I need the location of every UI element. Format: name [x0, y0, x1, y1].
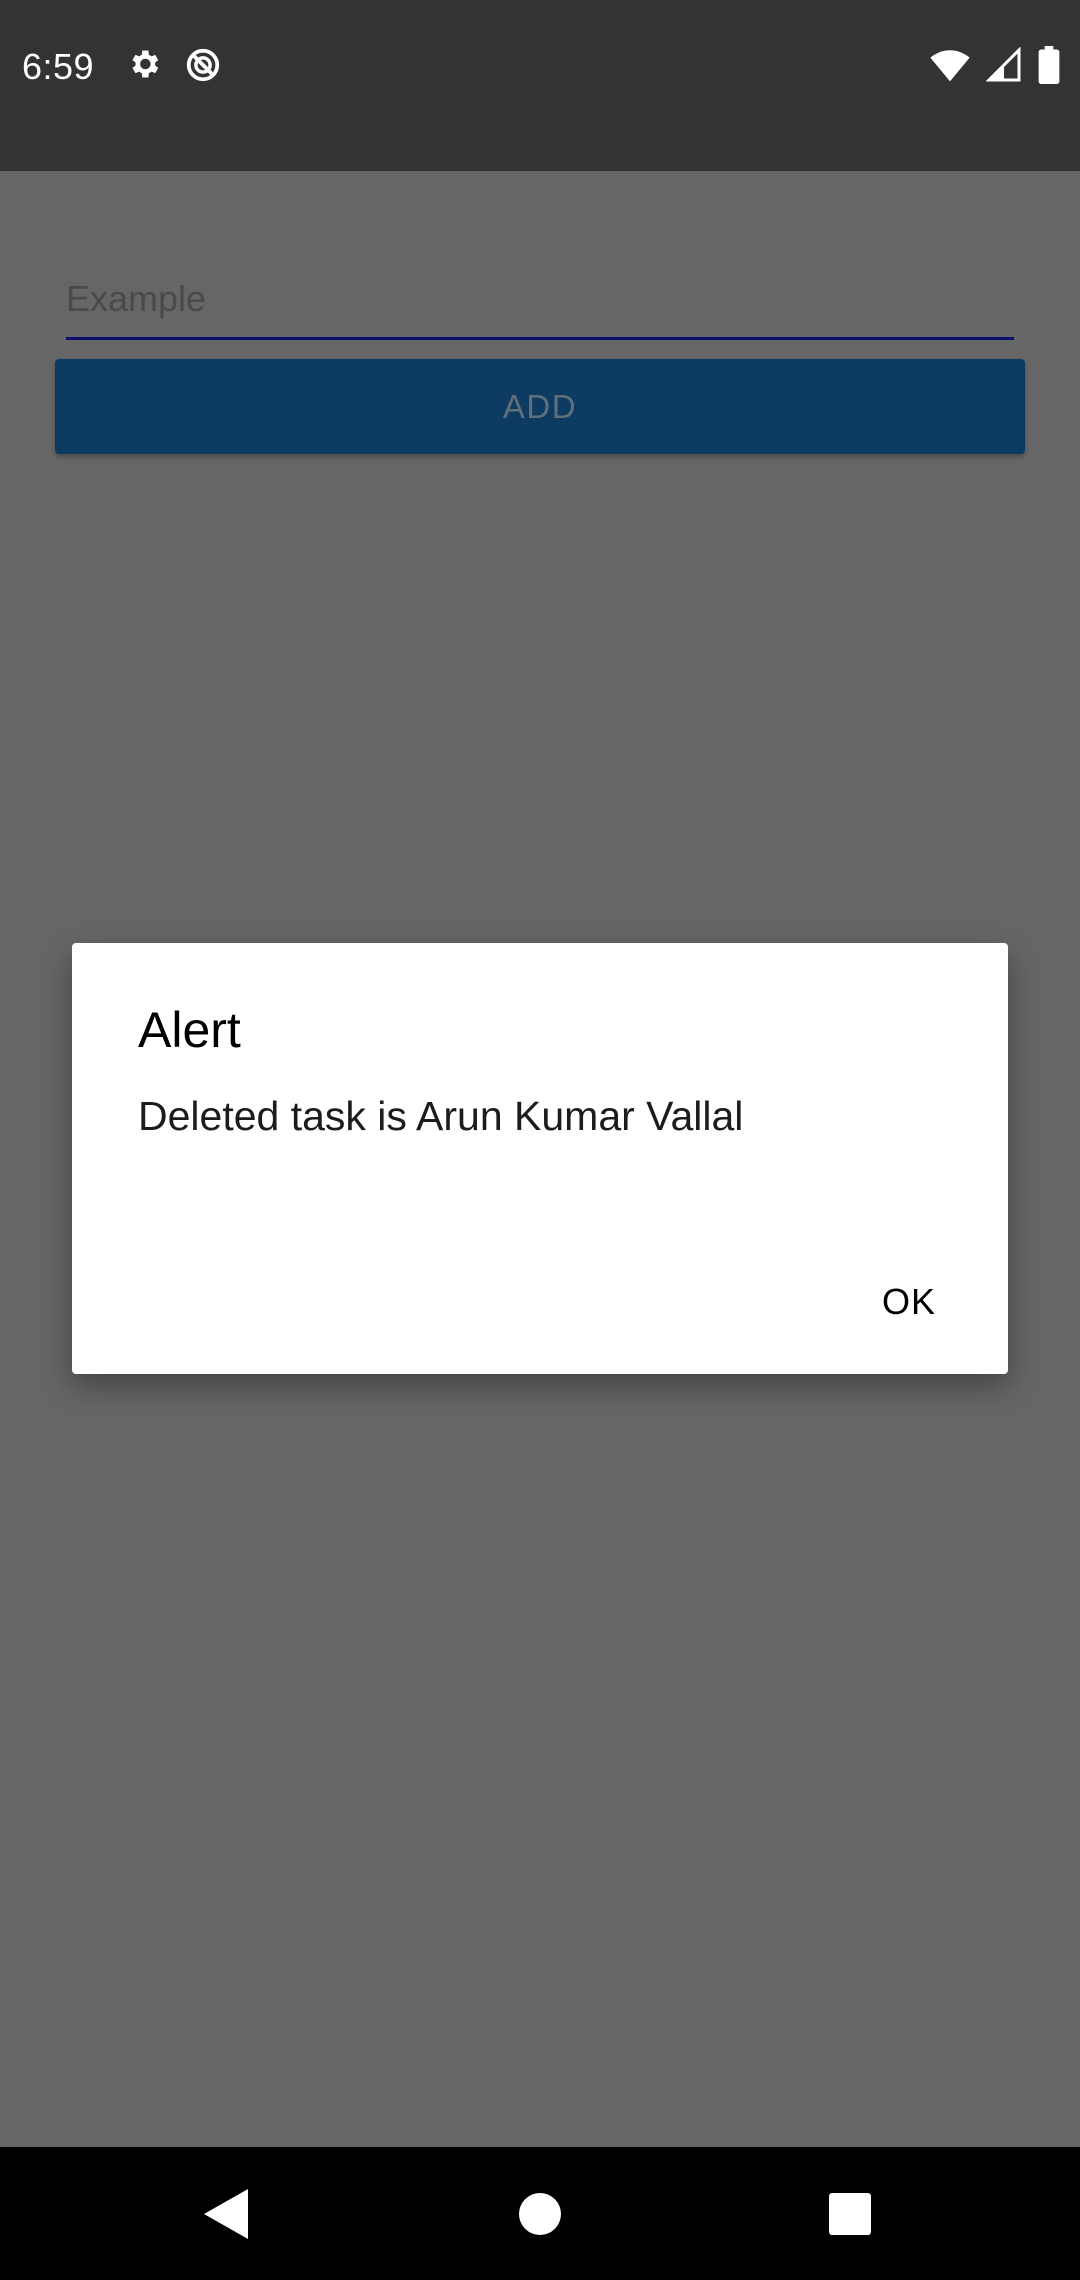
add-button[interactable]: ADD: [55, 359, 1025, 454]
status-left-icons: [126, 46, 222, 84]
ok-button[interactable]: OK: [870, 1271, 948, 1333]
home-button[interactable]: [460, 2147, 620, 2280]
recents-button[interactable]: [770, 2147, 930, 2280]
wifi-icon: [930, 47, 970, 83]
home-icon: [519, 2192, 561, 2235]
dialog-title: Alert: [138, 1002, 241, 1058]
alert-dialog: Alert Deleted task is Arun Kumar Vallal …: [72, 943, 1008, 1374]
status-bar: 6:59: [0, 0, 1080, 171]
gear-icon: [126, 46, 162, 84]
do-not-disturb-icon: [184, 46, 222, 84]
task-input[interactable]: [66, 261, 1014, 337]
back-button[interactable]: [146, 2147, 306, 2280]
back-icon: [204, 2188, 248, 2239]
battery-icon: [1038, 46, 1060, 84]
navigation-bar: [0, 2147, 1080, 2280]
dialog-message: Deleted task is Arun Kumar Vallal: [138, 1093, 744, 1139]
cell-signal-icon: [986, 47, 1022, 83]
task-input-container: [66, 261, 1014, 340]
recents-icon: [829, 2192, 871, 2235]
status-time: 6:59: [22, 46, 95, 87]
status-right-icons: [930, 46, 1060, 84]
